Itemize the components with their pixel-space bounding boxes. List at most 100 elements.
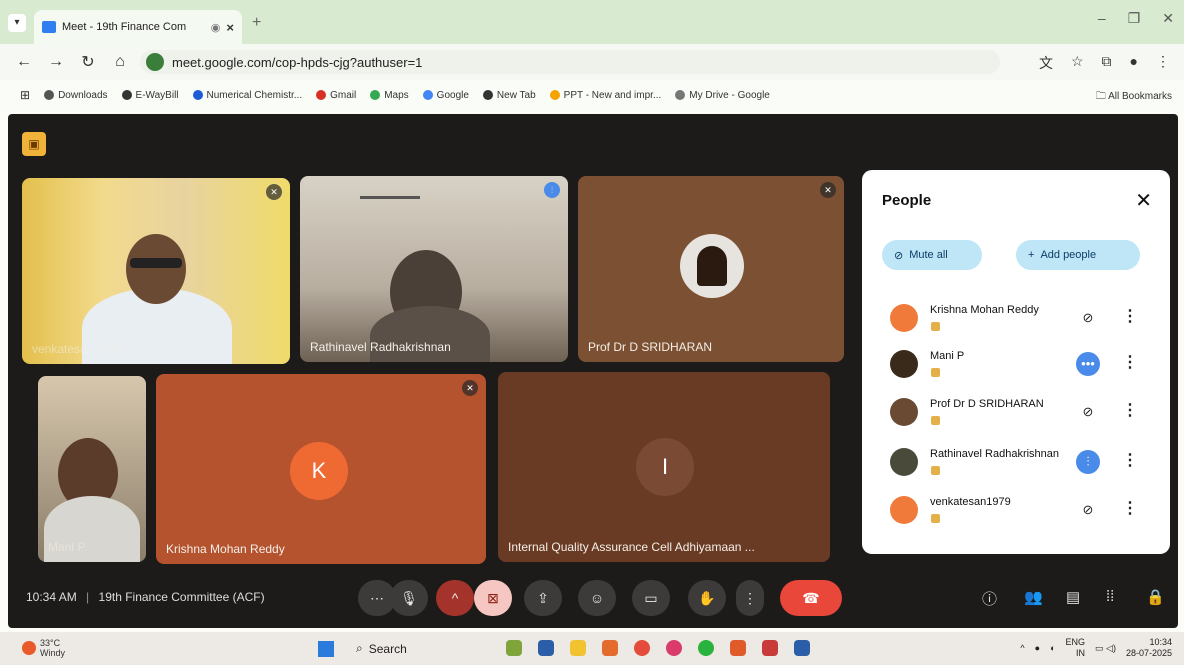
mic-icon[interactable]: 🎙 [390, 580, 428, 616]
more-options-icon[interactable]: ⋮ [1122, 450, 1138, 470]
participant-name: venkatesan1979 [930, 496, 1011, 508]
bookmark-item[interactable]: Gmail [316, 90, 356, 101]
bookmark-item[interactable]: New Tab [482, 90, 536, 101]
mute-all-button[interactable]: ⊘ Mute all [882, 240, 982, 270]
back-icon[interactable]: ← [16, 53, 32, 71]
raise-hand-icon[interactable]: ✋ [688, 580, 726, 616]
windows-start-icon[interactable] [318, 641, 334, 657]
tray-app-icon[interactable]: ◐ [1050, 643, 1055, 653]
weather-widget[interactable]: 33°C Windy [22, 638, 65, 658]
participant-avatar: K [290, 442, 348, 500]
reload-icon[interactable]: ↻ [80, 52, 96, 72]
people-icon[interactable]: 👥 [1024, 588, 1043, 606]
address-bar: ← → ↻ ⌂ meet.google.com/cop-hpds-cjg?aut… [0, 44, 1184, 80]
participant-row[interactable]: venkatesan1979 ⊘ ⋮ [884, 490, 1154, 530]
bookmark-item[interactable]: Maps [370, 90, 409, 101]
more-horizontal-icon[interactable]: ••• [1076, 352, 1100, 376]
clock[interactable]: 10:34 28-07-2025 [1126, 637, 1172, 659]
tab-close-icon[interactable]: × [226, 20, 234, 35]
emoji-icon[interactable]: ☺ [578, 580, 616, 616]
present-icon[interactable]: ⇪ [524, 580, 562, 616]
site-info-icon[interactable] [146, 53, 164, 71]
minimize-icon[interactable]: – [1098, 10, 1106, 27]
audio-icon[interactable]: ◉ [211, 21, 221, 34]
folder-icon[interactable] [570, 640, 586, 656]
meeting-safety-icon[interactable]: ▣ [22, 132, 46, 156]
word-icon[interactable] [794, 640, 810, 656]
bookmark-item[interactable]: E-WayBill [121, 90, 179, 101]
bookmark-item[interactable]: Downloads [44, 90, 108, 101]
video-options-icon[interactable]: ^ [436, 580, 474, 616]
more-options-icon[interactable]: ⋮ [736, 580, 764, 616]
bookmark-item[interactable]: PPT - New and impr... [549, 90, 661, 101]
avatar [890, 350, 918, 378]
avatar [890, 304, 918, 332]
apps-icon[interactable]: ⊞ [20, 88, 30, 102]
mic-off-icon[interactable]: ⊘ [1076, 498, 1100, 522]
whatsapp-icon[interactable] [698, 640, 714, 656]
tray-app-icon[interactable]: ● [1035, 643, 1040, 653]
all-bookmarks[interactable]: 🗀 All Bookmarks [1096, 89, 1172, 106]
chrome-icon[interactable] [634, 640, 650, 656]
profile-icon[interactable]: ● [1130, 53, 1138, 73]
add-people-button[interactable]: + Add people [1016, 240, 1140, 270]
speaking-icon[interactable]: ⫶ [1076, 450, 1100, 474]
close-icon[interactable]: ✕ [1135, 188, 1152, 213]
star-icon[interactable]: ☆ [1071, 53, 1084, 73]
tab-search-icon[interactable]: ▾ [8, 14, 26, 32]
new-tab-bookmark-icon [482, 90, 493, 100]
gmail-icon [316, 90, 327, 100]
chat-icon[interactable]: ▤ [1066, 588, 1080, 606]
app-icon[interactable] [666, 640, 682, 656]
more-options-icon[interactable]: ⋮ [1122, 306, 1138, 326]
forward-icon[interactable]: → [48, 53, 64, 71]
video-tile[interactable]: Mani P [38, 376, 146, 562]
more-options-icon[interactable]: ⋮ [1122, 352, 1138, 372]
video-tile[interactable]: ✕ Prof Dr D SRIDHARAN [578, 176, 844, 362]
network-volume-icon[interactable]: ▭ ◁) [1095, 643, 1116, 654]
video-tile[interactable]: ✕ venkatesan1979 [22, 178, 290, 364]
video-tile[interactable]: ⫶ Rathinavel Radhakrishnan [300, 176, 568, 362]
more-options-icon[interactable]: ⋮ [1122, 400, 1138, 420]
mic-off-icon[interactable]: ⊘ [1076, 400, 1100, 424]
app-icon[interactable] [506, 640, 522, 656]
more-options-icon[interactable]: ⋮ [1122, 498, 1138, 518]
extensions-icon[interactable]: ⧉ [1102, 53, 1112, 73]
participant-row[interactable]: Mani P ••• ⋮ [884, 344, 1154, 384]
activities-icon[interactable]: ⁞⁞ [1106, 588, 1114, 605]
bookmark-item[interactable]: My Drive - Google [675, 90, 770, 101]
tray-overflow-icon[interactable]: ^ [1020, 643, 1024, 653]
participant-row[interactable]: Rathinavel Radhakrishnan ⫶ ⋮ [884, 442, 1154, 482]
end-call-button[interactable]: ☎ [780, 580, 842, 616]
captions-icon[interactable]: ▭ [632, 580, 670, 616]
app-icon[interactable] [730, 640, 746, 656]
tab-meet[interactable]: Meet - 19th Finance Com ◉ × [34, 10, 242, 44]
language-indicator[interactable]: ENG IN [1066, 637, 1086, 659]
add-person-icon: + [1028, 249, 1035, 261]
info-icon[interactable]: ⓘ [982, 588, 997, 609]
taskbar-search[interactable]: ⌕ Search [356, 641, 407, 656]
translate-icon[interactable]: 文 [1039, 53, 1053, 73]
mic-off-icon[interactable]: ⊘ [1076, 306, 1100, 330]
home-icon[interactable]: ⌂ [112, 53, 128, 71]
camera-off-icon[interactable]: ⊠ [474, 580, 512, 616]
tab-title: Meet - 19th Finance Com [62, 21, 187, 33]
app-icon[interactable] [762, 640, 778, 656]
menu-icon[interactable]: ⋮ [1156, 53, 1170, 73]
restore-icon[interactable]: ❐ [1128, 10, 1141, 27]
video-tile[interactable]: I Internal Quality Assurance Cell Adhiya… [498, 372, 830, 562]
url-field[interactable]: meet.google.com/cop-hpds-cjg?authuser=1 [140, 50, 1000, 74]
app-icon[interactable] [538, 640, 554, 656]
bookmark-item[interactable]: Google [422, 90, 469, 101]
participant-head [126, 234, 186, 304]
new-tab-icon[interactable]: + [252, 14, 261, 32]
participant-row[interactable]: Prof Dr D SRIDHARAN ⊘ ⋮ [884, 392, 1154, 432]
window-close-icon[interactable]: ✕ [1162, 10, 1174, 27]
ceiling-fan [360, 196, 420, 216]
host-controls-icon[interactable]: 🔒 [1146, 588, 1165, 606]
app-icon[interactable] [602, 640, 618, 656]
video-tile[interactable]: K ✕ Krishna Mohan Reddy [156, 374, 486, 564]
bookmark-item[interactable]: Numerical Chemistr... [192, 90, 302, 101]
participant-row[interactable]: Krishna Mohan Reddy ⊘ ⋮ [884, 298, 1154, 338]
avatar [890, 448, 918, 476]
